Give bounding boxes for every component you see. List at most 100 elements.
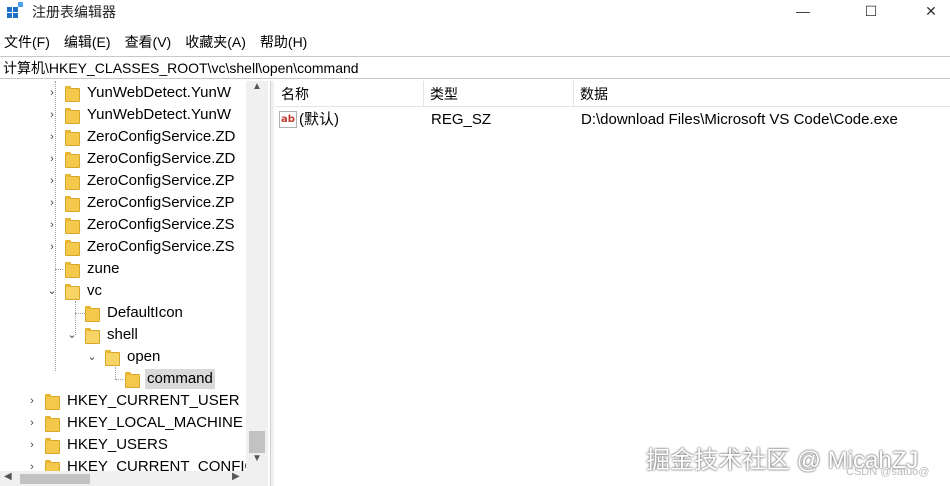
expand-arrow-icon[interactable]: ›	[46, 86, 58, 100]
tree-item-shell[interactable]: ⌄ shell	[0, 324, 246, 346]
column-header-data[interactable]: 数据	[574, 81, 950, 107]
menu-file[interactable]: 文件(F)	[4, 32, 50, 52]
open-folder-icon	[105, 350, 120, 366]
registry-editor-icon	[7, 2, 23, 18]
expand-arrow-icon[interactable]: ›	[46, 218, 58, 232]
folder-icon	[65, 86, 80, 102]
tree-item-label: command	[145, 369, 215, 389]
scroll-down-icon[interactable]: ▼	[246, 453, 268, 469]
value-data: D:\download Files\Microsoft VS Code\Code…	[581, 111, 898, 128]
tree-item-label: ZeroConfigService.ZP	[87, 172, 235, 189]
tree-item-zune[interactable]: zune	[0, 258, 246, 280]
tree-item-label: DefaultIcon	[107, 304, 183, 321]
tree-item-label: HKEY_LOCAL_MACHINE	[67, 414, 243, 431]
menu-view[interactable]: 查看(V)	[125, 32, 172, 52]
folder-icon	[65, 174, 80, 190]
scroll-thumb[interactable]	[20, 474, 90, 484]
address-bar[interactable]: 计算机\HKEY_CLASSES_ROOT\vc\shell\open\comm…	[0, 56, 950, 79]
column-header-name[interactable]: 名称	[275, 81, 424, 107]
tree-item-label: open	[127, 348, 161, 365]
tree-item-label: shell	[107, 326, 138, 343]
folder-icon	[65, 196, 80, 212]
tree-item-label: ZeroConfigService.ZP	[87, 194, 235, 211]
tree-horizontal-scrollbar[interactable]: ◀ ▶	[0, 471, 268, 486]
expand-arrow-icon[interactable]: ›	[26, 416, 38, 430]
tree-item[interactable]: › ZeroConfigService.ZP	[0, 192, 246, 214]
menu-bar: 文件(F) 编辑(E) 查看(V) 收藏夹(A) 帮助(H)	[0, 30, 950, 54]
scroll-thumb[interactable]	[249, 431, 265, 453]
tree-item-hkcu[interactable]: › HKEY_CURRENT_USER	[0, 390, 246, 412]
open-folder-icon	[85, 328, 100, 344]
expand-arrow-icon[interactable]: ›	[46, 196, 58, 210]
maximize-icon: ☐	[864, 2, 878, 19]
column-header-type[interactable]: 类型	[424, 81, 574, 107]
expand-arrow-icon[interactable]: ›	[46, 152, 58, 166]
value-row[interactable]: ab (默认) REG_SZ D:\download Files\Microso…	[275, 108, 950, 132]
folder-icon	[65, 152, 80, 168]
tree-item[interactable]: › ZeroConfigService.ZS	[0, 214, 246, 236]
tree-item-defaulticon[interactable]: DefaultIcon	[0, 302, 246, 324]
folder-icon	[65, 130, 80, 146]
folder-icon	[65, 240, 80, 256]
tree-item-hku[interactable]: › HKEY_USERS	[0, 434, 246, 456]
pane-splitter[interactable]	[270, 81, 274, 486]
expand-arrow-icon[interactable]: ›	[26, 394, 38, 408]
value-name: (默认)	[299, 111, 339, 128]
tree-item[interactable]: › ZeroConfigService.ZP	[0, 170, 246, 192]
tree-item-label: ZeroConfigService.ZD	[87, 128, 236, 145]
tree-item-label: YunWebDetect.YunW	[87, 106, 231, 123]
values-list: 名称 类型 数据 ab (默认) REG_SZ D:\download File…	[275, 81, 950, 486]
expand-arrow-icon[interactable]: ›	[46, 174, 58, 188]
collapse-arrow-icon[interactable]: ⌄	[66, 328, 78, 342]
folder-icon	[85, 306, 100, 322]
tree-item[interactable]: › YunWebDetect.YunW	[0, 104, 246, 126]
tree-item[interactable]: › ZeroConfigService.ZS	[0, 236, 246, 258]
tree-vertical-scrollbar[interactable]: ▲ ▼	[246, 81, 268, 471]
collapse-arrow-icon[interactable]: ⌄	[46, 284, 58, 298]
open-folder-icon	[65, 284, 80, 300]
menu-favorites[interactable]: 收藏夹(A)	[185, 32, 246, 52]
minimize-icon: —	[796, 3, 810, 19]
tree-item-label: ZeroConfigService.ZD	[87, 150, 236, 167]
tree-item-label: HKEY_USERS	[67, 436, 168, 453]
minimize-button[interactable]: —	[780, 0, 826, 22]
tree-item-label: HKEY_CURRENT_USER	[67, 392, 240, 409]
tree-item[interactable]: › ZeroConfigService.ZD	[0, 148, 246, 170]
key-tree: › YunWebDetect.YunW › YunWebDetect.YunW …	[0, 81, 268, 486]
collapse-arrow-icon[interactable]: ⌄	[86, 350, 98, 364]
expand-arrow-icon[interactable]: ›	[26, 438, 38, 452]
tree-item-command[interactable]: command	[0, 368, 246, 390]
scroll-up-icon[interactable]: ▲	[246, 81, 268, 97]
scroll-right-icon[interactable]: ▶	[232, 471, 240, 482]
tree-item-label: YunWebDetect.YunW	[87, 84, 231, 101]
csdn-watermark: CSDN @satuo@	[846, 466, 930, 478]
scroll-left-icon[interactable]: ◀	[4, 471, 12, 482]
folder-icon	[45, 416, 60, 432]
maximize-button[interactable]: ☐	[848, 0, 894, 22]
window-title: 注册表编辑器	[32, 4, 116, 20]
tree-item[interactable]: › ZeroConfigService.ZD	[0, 126, 246, 148]
menu-edit[interactable]: 编辑(E)	[64, 32, 111, 52]
tree-item-open[interactable]: ⌄ open	[0, 346, 246, 368]
folder-icon	[65, 218, 80, 234]
tree-item[interactable]: › YunWebDetect.YunW	[0, 82, 246, 104]
tree-item-hklm[interactable]: › HKEY_LOCAL_MACHINE	[0, 412, 246, 434]
folder-icon	[45, 438, 60, 454]
expand-arrow-icon[interactable]: ›	[46, 108, 58, 122]
close-button[interactable]: ✕	[908, 0, 950, 22]
folder-icon	[65, 262, 80, 278]
folder-icon	[125, 372, 140, 388]
expand-arrow-icon[interactable]: ›	[46, 240, 58, 254]
tree-item-vc[interactable]: ⌄ vc	[0, 280, 246, 302]
expand-arrow-icon[interactable]: ›	[46, 130, 58, 144]
folder-icon	[45, 394, 60, 410]
close-icon: ✕	[925, 2, 937, 19]
value-type: REG_SZ	[431, 111, 492, 128]
menu-help[interactable]: 帮助(H)	[260, 32, 307, 52]
folder-icon	[65, 108, 80, 124]
tree-item-label: vc	[87, 282, 102, 299]
tree-item-label: ZeroConfigService.ZS	[87, 238, 235, 255]
tree-item-label: zune	[87, 260, 120, 277]
string-value-icon: ab	[279, 111, 297, 128]
tree-item-label: ZeroConfigService.ZS	[87, 216, 235, 233]
